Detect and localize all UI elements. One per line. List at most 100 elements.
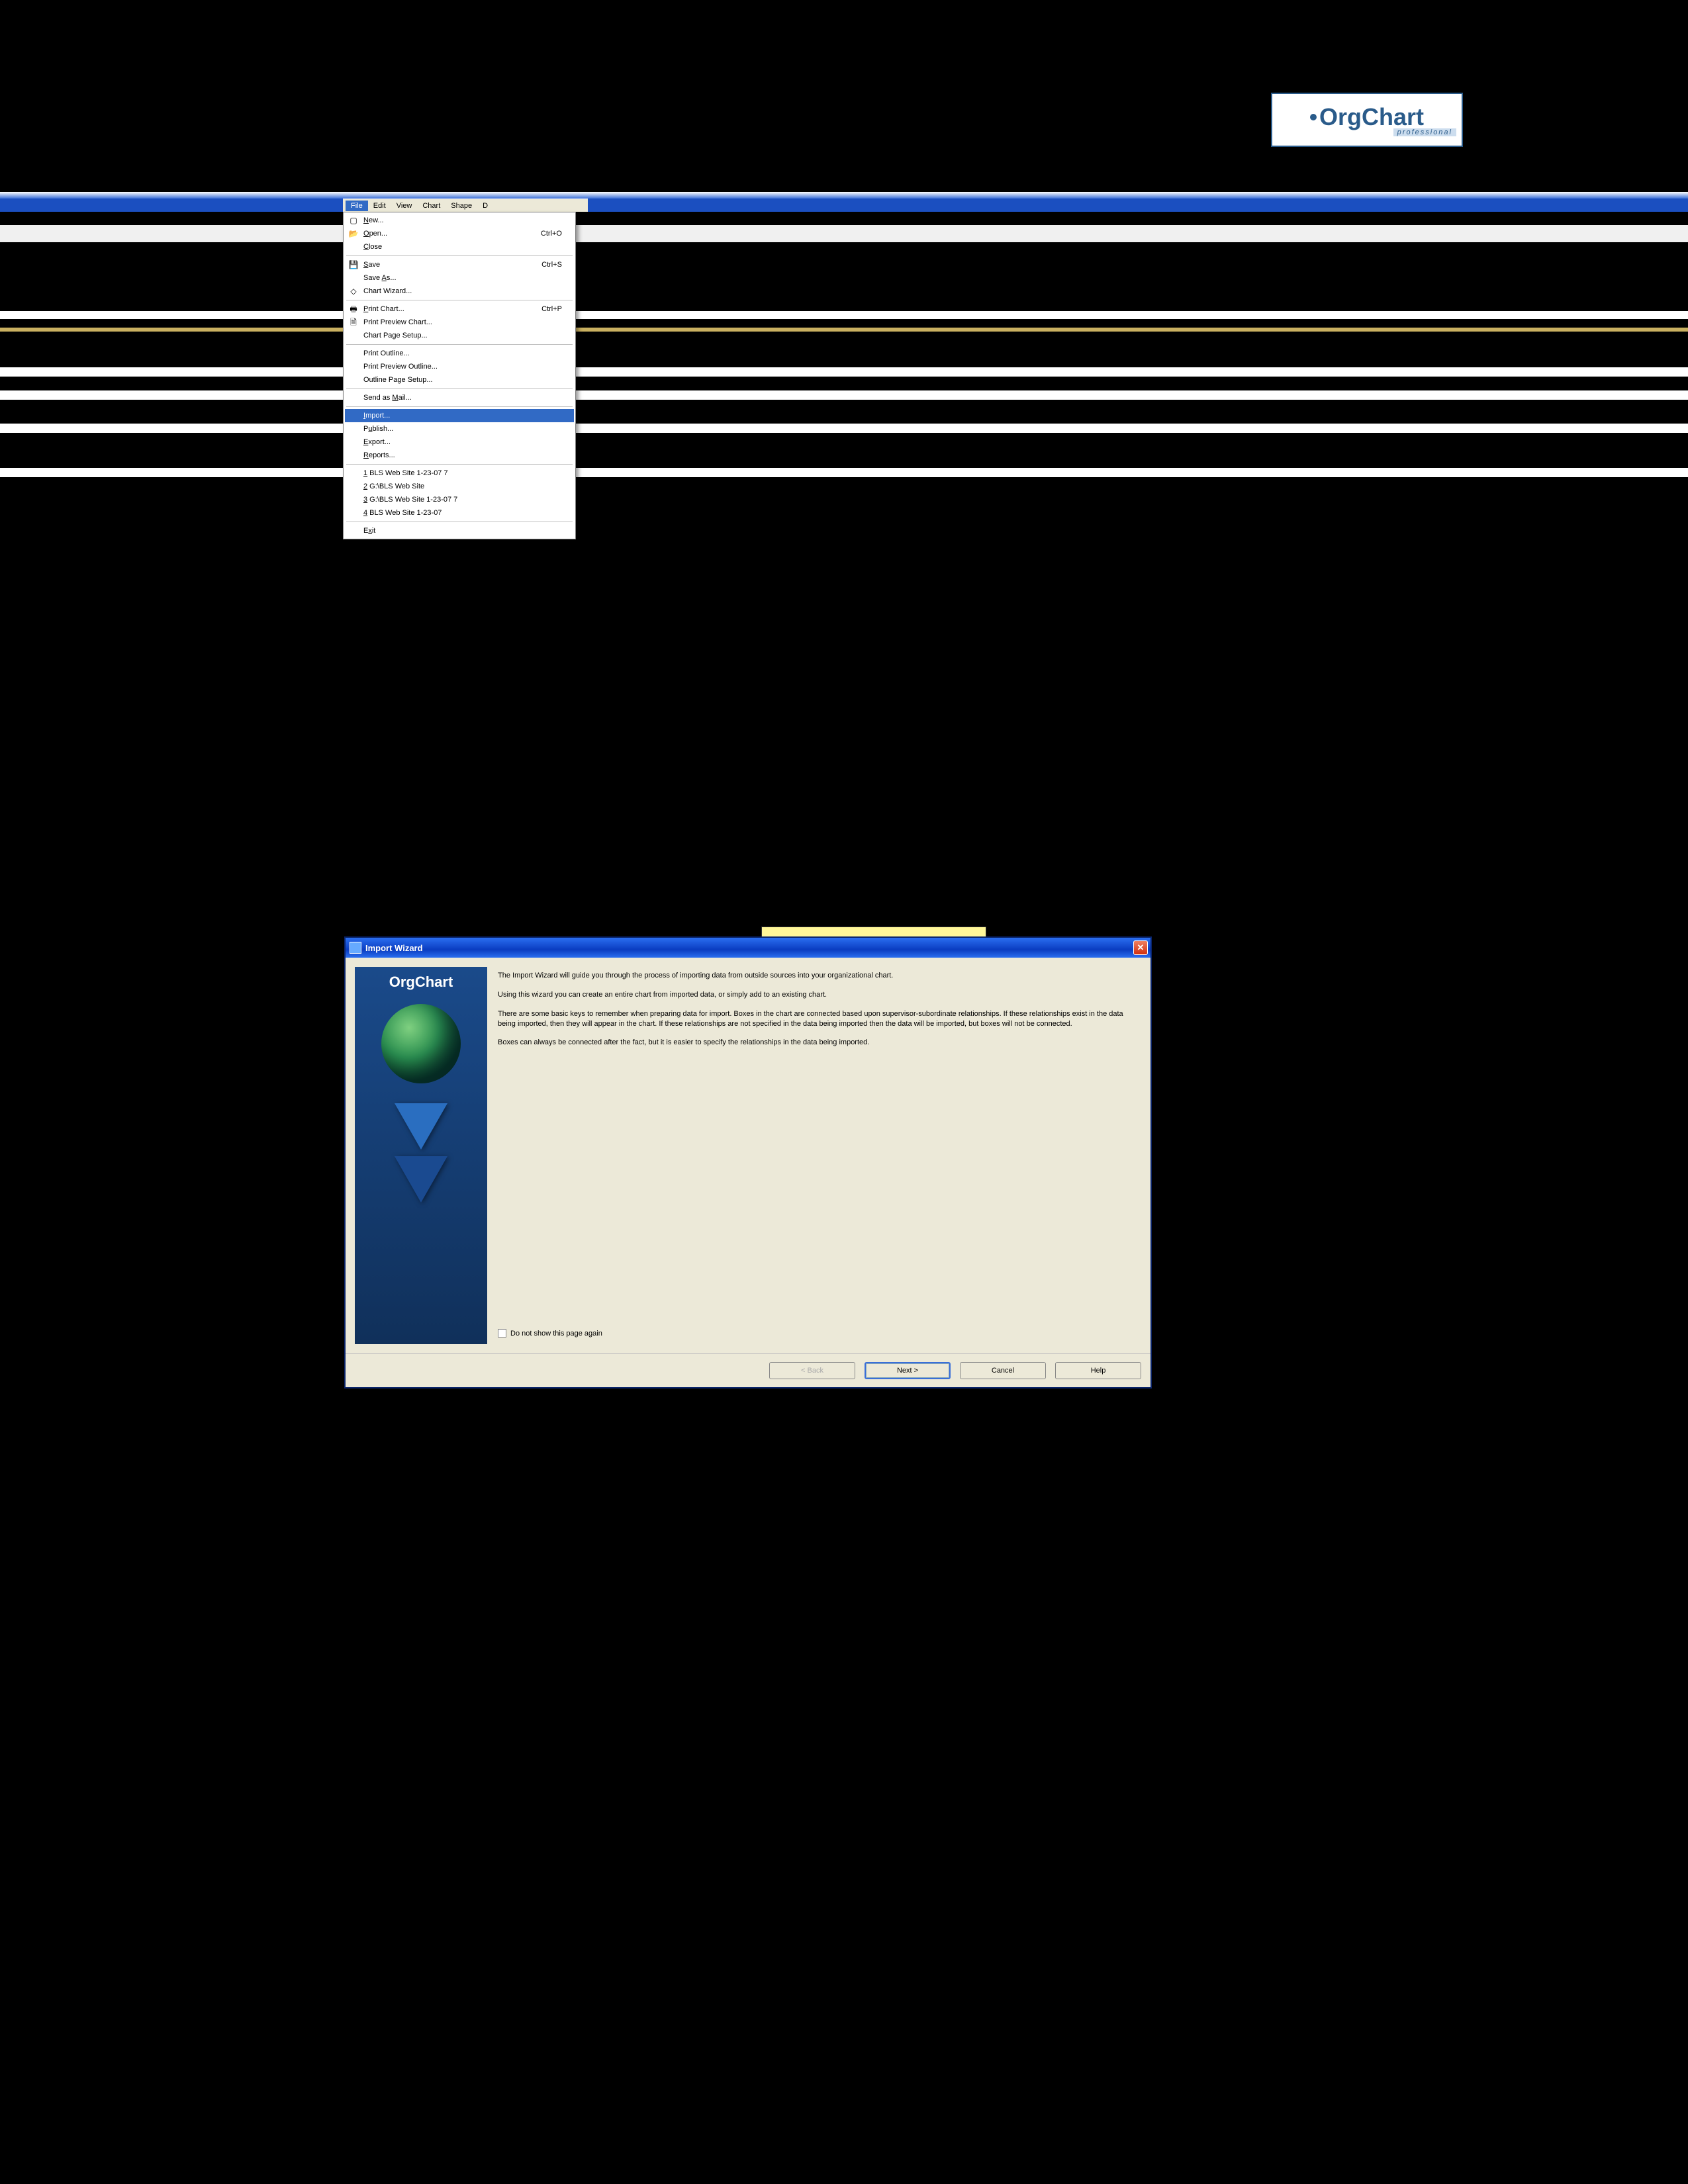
menu-item-label: Publish...: [363, 425, 562, 433]
back-button: < Back: [769, 1362, 855, 1379]
menu-item-chart-wizard[interactable]: ◇Chart Wizard...: [345, 285, 574, 298]
menu-item-new[interactable]: ▢New...: [345, 214, 574, 227]
help-button[interactable]: Help: [1055, 1362, 1141, 1379]
menu-item-shortcut: Ctrl+P: [541, 305, 562, 313]
menu-separator: [346, 388, 573, 389]
blank: [348, 392, 359, 403]
close-icon: ✕: [1137, 942, 1145, 953]
new-icon: ▢: [348, 215, 359, 226]
dialog-footer: < Back Next > Cancel Help: [346, 1353, 1150, 1387]
menu-item-shortcut: Ctrl+S: [541, 261, 562, 269]
open-icon: 📂: [348, 228, 359, 239]
menu-chart[interactable]: Chart: [417, 201, 445, 211]
menu-item-chart-page-setup[interactable]: Chart Page Setup...: [345, 329, 574, 342]
menu-item-save[interactable]: 💾 Save Ctrl+S: [345, 258, 574, 271]
wizard-main-panel: The Import Wizard will guide you through…: [498, 967, 1141, 1344]
wizard-icon: [350, 942, 361, 954]
cancel-button[interactable]: Cancel: [960, 1362, 1046, 1379]
checkbox-label: Do not show this page again: [510, 1330, 602, 1338]
menu-item-print-chart[interactable]: 🖶Print Chart...Ctrl+P: [345, 302, 574, 316]
blank: [348, 330, 359, 341]
decorative-band: [0, 390, 1688, 400]
menu-item-label: Print Preview Outline...: [363, 363, 562, 371]
menu-separator: [346, 255, 573, 256]
app-window: File Edit View Chart Shape D ▢New...📂 Ope…: [343, 199, 588, 539]
menu-item-label: Chart Page Setup...: [363, 332, 562, 340]
next-button[interactable]: Next >: [865, 1362, 951, 1379]
menu-item-print-preview-outline[interactable]: Print Preview Outline...: [345, 360, 574, 373]
menu-item-outline-page-setup[interactable]: Outline Page Setup...: [345, 373, 574, 387]
menu-item-label: Close: [363, 243, 562, 251]
wizard-icon: ◇: [348, 286, 359, 296]
menu-view[interactable]: View: [391, 201, 418, 211]
menu-item-label: 4 BLS Web Site 1-23-07: [363, 509, 562, 517]
menu-item-label: Print Preview Chart...: [363, 318, 562, 326]
menu-separator: [346, 464, 573, 465]
wizard-paragraph: The Import Wizard will guide you through…: [498, 971, 1141, 981]
menu-item-label: Send as Mail...: [363, 394, 562, 402]
blank: [348, 375, 359, 385]
menu-item-export[interactable]: Export...: [345, 435, 574, 449]
menu-item-label: Outline Page Setup...: [363, 376, 562, 384]
menu-item-label: Print Outline...: [363, 349, 562, 357]
blank: [348, 361, 359, 372]
dialog-title-text: Import Wizard: [365, 943, 423, 953]
logo-text: OrgChart: [1310, 103, 1424, 131]
dialog-titlebar[interactable]: Import Wizard ✕: [346, 938, 1150, 958]
menu-item-4-bls-web-site-1-23-07[interactable]: 4 BLS Web Site 1-23-07: [345, 506, 574, 520]
dialog-body: OrgChart The Import Wizard will guide yo…: [346, 958, 1150, 1353]
menu-item-import[interactable]: Import...: [345, 409, 574, 422]
wizard-sidebar: OrgChart: [355, 967, 487, 1344]
menu-separator: [346, 344, 573, 345]
menu-item-2-g-bls-web-site[interactable]: 2 G:\BLS Web Site: [345, 480, 574, 493]
decorative-band: [0, 424, 1688, 433]
decorative-band: [0, 199, 1688, 212]
menu-item-label: Save: [363, 261, 535, 269]
menu-item-label: Open...: [363, 230, 534, 238]
menu-item-print-preview-chart[interactable]: 🗎Print Preview Chart...: [345, 316, 574, 329]
menu-item-3-g-bls-web-site-1-23-07-7[interactable]: 3 G:\BLS Web Site 1-23-07 7: [345, 493, 574, 506]
menu-shape[interactable]: Shape: [445, 201, 477, 211]
blank: [348, 494, 359, 505]
menu-item-label: Print Chart...: [363, 305, 535, 313]
wizard-paragraph: There are some basic keys to remember wh…: [498, 1009, 1141, 1029]
close-button[interactable]: ✕: [1133, 940, 1148, 955]
save-icon: 💾: [348, 259, 359, 270]
menu-separator: [346, 406, 573, 407]
arrow-down-icon: [395, 1156, 447, 1203]
file-dropdown-menu[interactable]: ▢New...📂 Open... Ctrl+O Close 💾 Save Ctrl+S Sav…: [343, 212, 576, 539]
decorative-band: [0, 367, 1688, 377]
blank: [348, 348, 359, 359]
checkbox-icon[interactable]: [498, 1329, 506, 1338]
menu-item-publish[interactable]: Publish...: [345, 422, 574, 435]
blank: [348, 437, 359, 447]
blank: [348, 508, 359, 518]
wizard-paragraph: Using this wizard you can create an enti…: [498, 990, 1141, 1000]
menu-bar[interactable]: File Edit View Chart Shape D: [343, 199, 588, 212]
menu-item-label: 3 G:\BLS Web Site 1-23-07 7: [363, 496, 562, 504]
menu-item-open[interactable]: 📂 Open... Ctrl+O: [345, 227, 574, 240]
menu-item-send-as-mail[interactable]: Send as Mail...: [345, 391, 574, 404]
globe-icon: [381, 1004, 461, 1083]
blank: [348, 525, 359, 536]
menu-item-close[interactable]: Close: [345, 240, 574, 253]
checkbox-row[interactable]: Do not show this page again: [498, 1329, 1141, 1344]
menu-item-1-bls-web-site-1-23-07-7[interactable]: 1 BLS Web Site 1-23-07 7: [345, 467, 574, 480]
menu-item-save-as[interactable]: Save As...: [345, 271, 574, 285]
logo-main: OrgChart: [1319, 103, 1424, 131]
menu-item-label: 1 BLS Web Site 1-23-07 7: [363, 469, 562, 477]
logo-subtitle: professional: [1393, 128, 1456, 136]
menu-item-exit[interactable]: Exit: [345, 524, 574, 537]
sidebar-title: OrgChart: [389, 974, 453, 991]
menu-item-reports[interactable]: Reports...: [345, 449, 574, 462]
wizard-paragraph: Boxes can always be connected after the …: [498, 1038, 1141, 1048]
menu-item-shortcut: Ctrl+O: [541, 230, 562, 238]
menu-item-print-outline[interactable]: Print Outline...: [345, 347, 574, 360]
decorative-band: [0, 468, 1688, 477]
menu-item-label: Exit: [363, 527, 562, 535]
menu-edit[interactable]: Edit: [368, 201, 391, 211]
document-page: OrgChart professional File Edit View Cha…: [0, 0, 1688, 2184]
menu-file[interactable]: File: [346, 201, 368, 211]
menu-more[interactable]: D: [477, 201, 493, 211]
arrow-down-icon: [395, 1103, 447, 1150]
